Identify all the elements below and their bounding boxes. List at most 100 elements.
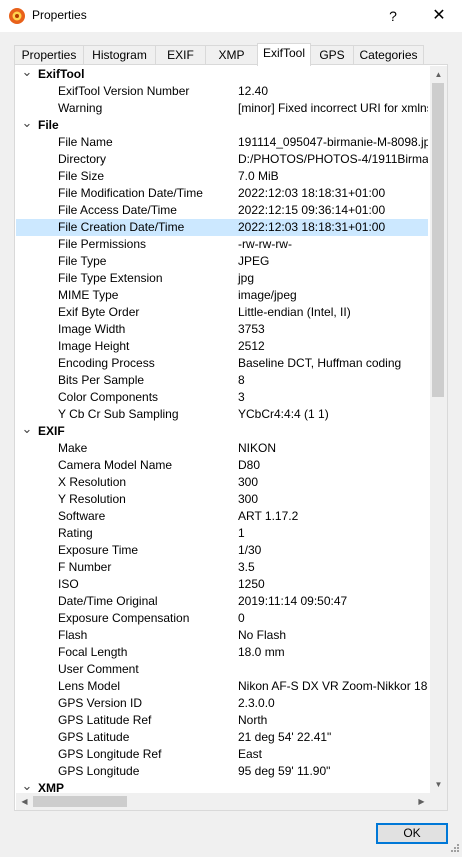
- app-logo-icon: [9, 8, 25, 24]
- tag-row[interactable]: Y Cb Cr Sub Sampling YCbCr4:4:4 (1 1): [16, 406, 428, 423]
- tag-name: Focal Length: [58, 645, 128, 659]
- group-row[interactable]: ⌄ File: [16, 116, 428, 134]
- tag-name: Lens Model: [58, 679, 121, 693]
- tag-row[interactable]: ExifTool Version Number 12.40: [16, 83, 428, 100]
- tag-row[interactable]: File Creation Date/Time 2022:12:03 18:18:…: [16, 219, 428, 236]
- expand-chevron-icon[interactable]: ⌄: [20, 422, 34, 435]
- tag-row[interactable]: File Type Extension jpg: [16, 270, 428, 287]
- tag-row[interactable]: GPS Longitude 95 deg 59' 11.90": [16, 763, 428, 780]
- scroll-right-arrow-icon[interactable]: ▶: [413, 793, 430, 810]
- tag-row[interactable]: Exposure Compensation 0: [16, 610, 428, 627]
- tag-row[interactable]: Exposure Time 1/30: [16, 542, 428, 559]
- scroll-up-arrow-icon[interactable]: ▲: [430, 66, 447, 83]
- tag-row[interactable]: Make NIKON: [16, 440, 428, 457]
- tag-row[interactable]: GPS Longitude Ref East: [16, 746, 428, 763]
- tag-value: No Flash: [238, 628, 287, 642]
- tag-name: Color Components: [58, 390, 159, 404]
- help-button[interactable]: ?: [370, 0, 416, 32]
- tag-name: GPS Latitude Ref: [58, 713, 152, 727]
- tag-row[interactable]: Color Components 3: [16, 389, 428, 406]
- tag-row[interactable]: Image Width 3753: [16, 321, 428, 338]
- tag-name: X Resolution: [58, 475, 127, 489]
- tag-row[interactable]: Lens Model Nikon AF-S DX VR Zoom-Nikkor 1…: [16, 678, 428, 695]
- tag-value: 300: [238, 475, 259, 489]
- tag-row[interactable]: Software ART 1.17.2: [16, 508, 428, 525]
- tag-name: File Type: [58, 254, 107, 268]
- tag-row[interactable]: Y Resolution 300: [16, 491, 428, 508]
- tab-properties[interactable]: Properties: [14, 45, 84, 65]
- tag-row[interactable]: File Name 191114_095047-birmanie-M-8098.j…: [16, 134, 428, 151]
- group-row[interactable]: ⌄ EXIF: [16, 422, 428, 440]
- scroll-down-arrow-icon[interactable]: ▼: [430, 776, 447, 793]
- tag-value: jpg: [238, 271, 255, 285]
- tag-name: F Number: [58, 560, 112, 574]
- tab-exif[interactable]: EXIF: [155, 45, 206, 65]
- tag-row[interactable]: File Modification Date/Time 2022:12:03 18…: [16, 185, 428, 202]
- tab-categories[interactable]: Categories: [353, 45, 424, 65]
- tag-value: 2022:12:03 18:18:31+01:00: [238, 186, 386, 200]
- tag-value: D80: [238, 458, 261, 472]
- tag-row[interactable]: X Resolution 300: [16, 474, 428, 491]
- tag-row[interactable]: Encoding Process Baseline DCT, Huffman co…: [16, 355, 428, 372]
- tag-value: 18.0 mm: [238, 645, 285, 659]
- tag-value: Little-endian (Intel, II): [238, 305, 351, 319]
- tag-row[interactable]: MIME Type image/jpeg: [16, 287, 428, 304]
- tag-row[interactable]: File Access Date/Time 2022:12:15 09:36:14…: [16, 202, 428, 219]
- expand-chevron-icon[interactable]: ⌄: [20, 66, 34, 78]
- expand-chevron-icon[interactable]: ⌄: [20, 779, 34, 792]
- tag-name: GPS Latitude: [58, 730, 130, 744]
- tag-row[interactable]: Bits Per Sample 8: [16, 372, 428, 389]
- tag-row[interactable]: ISO 1250: [16, 576, 428, 593]
- tag-row[interactable]: File Permissions -rw-rw-rw-: [16, 236, 428, 253]
- tag-row[interactable]: Image Height 2512: [16, 338, 428, 355]
- tag-name: Directory: [58, 152, 107, 166]
- group-row[interactable]: ⌄ XMP: [16, 779, 428, 793]
- resize-grip-icon[interactable]: [448, 843, 460, 855]
- tag-value: 3: [238, 390, 245, 404]
- tag-row[interactable]: Date/Time Original 2019:11:14 09:50:47: [16, 593, 428, 610]
- horizontal-scrollbar[interactable]: ◀ ▶: [16, 793, 430, 810]
- group-label: ExifTool: [38, 67, 85, 81]
- tag-value: NIKON: [238, 441, 277, 455]
- tag-row[interactable]: Rating 1: [16, 525, 428, 542]
- tag-row[interactable]: GPS Latitude Ref North: [16, 712, 428, 729]
- tab-bar: Properties Histogram EXIF XMP ExifTool GPS Cat…: [14, 43, 454, 66]
- tag-value: -rw-rw-rw-: [238, 237, 292, 251]
- tag-name: Exposure Compensation: [58, 611, 190, 625]
- tag-row[interactable]: Warning [minor] Fixed incorrect URI for x…: [16, 100, 428, 117]
- tag-name: Bits Per Sample: [58, 373, 145, 387]
- tag-row[interactable]: Camera Model Name D80: [16, 457, 428, 474]
- tag-name: Date/Time Original: [58, 594, 158, 608]
- tag-row[interactable]: GPS Latitude 21 deg 54' 22.41": [16, 729, 428, 746]
- tab-exiftool[interactable]: ExifTool: [257, 43, 311, 66]
- tag-row[interactable]: GPS Version ID 2.3.0.0: [16, 695, 428, 712]
- tag-row[interactable]: User Comment: [16, 661, 428, 678]
- tag-value: JPEG: [238, 254, 270, 268]
- tag-value: 95 deg 59' 11.90": [238, 764, 331, 778]
- tag-row[interactable]: Focal Length 18.0 mm: [16, 644, 428, 661]
- tag-row[interactable]: File Type JPEG: [16, 253, 428, 270]
- tag-name: Rating: [58, 526, 93, 540]
- horizontal-scroll-thumb[interactable]: [33, 796, 127, 807]
- scroll-left-arrow-icon[interactable]: ◀: [16, 793, 33, 810]
- vertical-scrollbar[interactable]: ▲ ▼: [430, 66, 447, 793]
- tag-row[interactable]: File Size 7.0 MiB: [16, 168, 428, 185]
- group-label: File: [38, 118, 59, 132]
- tag-name: Y Cb Cr Sub Sampling: [58, 407, 179, 421]
- tag-name: File Name: [58, 135, 113, 149]
- title-bar: Properties ? ✕: [0, 0, 462, 32]
- expand-chevron-icon[interactable]: ⌄: [20, 116, 34, 129]
- group-row[interactable]: ⌄ ExifTool: [16, 66, 428, 83]
- tag-name: File Size: [58, 169, 105, 183]
- ok-button[interactable]: OK: [376, 823, 448, 844]
- tag-row[interactable]: F Number 3.5: [16, 559, 428, 576]
- close-button[interactable]: ✕: [416, 0, 462, 32]
- tag-name: Image Width: [58, 322, 126, 336]
- tag-row[interactable]: Flash No Flash: [16, 627, 428, 644]
- tag-row[interactable]: Directory D:/PHOTOS/PHOTOS-4/1911Birmanie: [16, 151, 428, 168]
- vertical-scroll-thumb[interactable]: [432, 83, 444, 397]
- tab-xmp[interactable]: XMP: [205, 45, 258, 65]
- tab-gps[interactable]: GPS: [310, 45, 354, 65]
- tab-histogram[interactable]: Histogram: [83, 45, 156, 65]
- tag-row[interactable]: Exif Byte Order Little-endian (Intel, II): [16, 304, 428, 321]
